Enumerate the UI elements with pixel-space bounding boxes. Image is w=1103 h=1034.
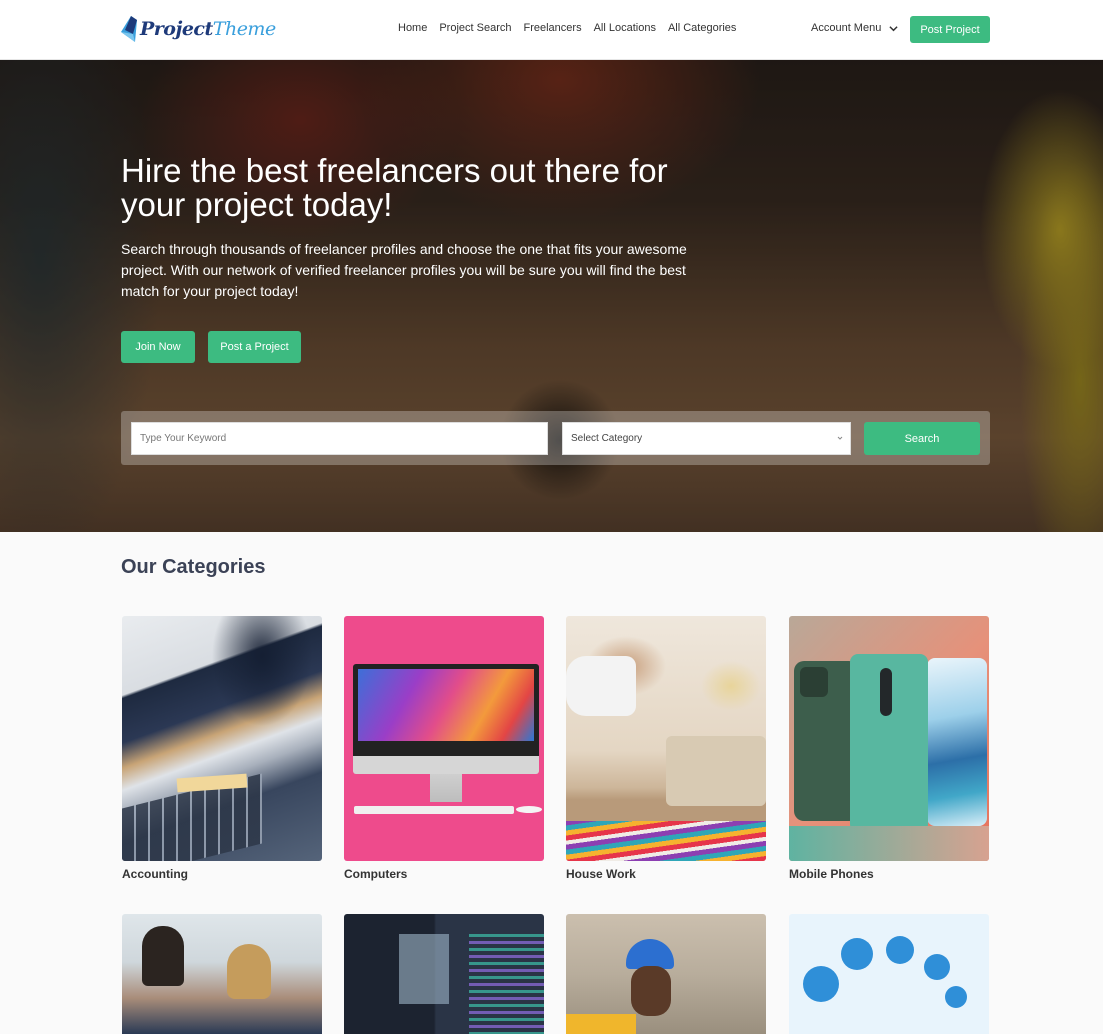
- account-menu[interactable]: Account Menu: [811, 22, 898, 34]
- nav-freelancers[interactable]: Freelancers: [524, 22, 582, 34]
- category-label[interactable]: Mobile Phones: [789, 867, 989, 881]
- code-editor-image: [344, 914, 544, 1034]
- keyword-input[interactable]: Type Your Keyword: [131, 422, 548, 455]
- join-now-button[interactable]: Join Now: [121, 331, 195, 363]
- nav-all-categories[interactable]: All Categories: [668, 22, 736, 34]
- logo-text-project: Project: [140, 18, 213, 40]
- category-card-computers[interactable]: Computers: [344, 616, 544, 881]
- hero-section: Hire the best freelancers out there for …: [0, 60, 1103, 532]
- post-a-project-button[interactable]: Post a Project: [208, 331, 301, 363]
- category-label[interactable]: Computers: [344, 867, 544, 881]
- logo[interactable]: ProjectTheme: [121, 14, 276, 44]
- construction-worker-image: [566, 914, 766, 1034]
- account-menu-label: Account Menu: [811, 22, 882, 34]
- logo-icon: [121, 16, 137, 42]
- pc-tools-image: [789, 914, 989, 1034]
- nav-home[interactable]: Home: [398, 22, 427, 34]
- hero-subtitle: Search through thousands of freelancer p…: [121, 241, 687, 299]
- categories-title: Our Categories: [121, 556, 266, 578]
- search-button[interactable]: Search: [864, 422, 980, 455]
- category-card[interactable]: [789, 914, 989, 1034]
- category-label[interactable]: House Work: [566, 867, 766, 881]
- hero-title: Hire the best freelancers out there for …: [121, 152, 668, 223]
- chevron-down-icon: [889, 25, 898, 31]
- accounting-image: [122, 616, 322, 861]
- logo-text: ProjectTheme: [140, 18, 276, 40]
- main-nav: Home Project Search Freelancers All Loca…: [398, 22, 736, 34]
- search-bar: Type Your Keyword Select Category Search: [121, 411, 990, 465]
- computers-image: [344, 616, 544, 861]
- category-label[interactable]: Accounting: [122, 867, 322, 881]
- house-work-image: [566, 616, 766, 861]
- category-card-mobile-phones[interactable]: Mobile Phones: [789, 616, 989, 881]
- mobile-phones-image: [789, 616, 989, 861]
- chevron-down-icon: [837, 436, 843, 440]
- category-select-value: Select Category: [571, 433, 643, 444]
- category-card-house-work[interactable]: House Work: [566, 616, 766, 881]
- team-meeting-image: [122, 914, 322, 1034]
- site-header: ProjectTheme Home Project Search Freelan…: [0, 0, 1103, 60]
- category-card[interactable]: [566, 914, 766, 1034]
- nav-project-search[interactable]: Project Search: [439, 22, 511, 34]
- post-project-button[interactable]: Post Project: [910, 16, 990, 43]
- category-card-accounting[interactable]: Accounting: [122, 616, 322, 881]
- logo-text-theme: Theme: [212, 18, 276, 40]
- category-select[interactable]: Select Category: [562, 422, 851, 455]
- nav-all-locations[interactable]: All Locations: [594, 22, 656, 34]
- category-card[interactable]: [122, 914, 322, 1034]
- category-card[interactable]: [344, 914, 544, 1034]
